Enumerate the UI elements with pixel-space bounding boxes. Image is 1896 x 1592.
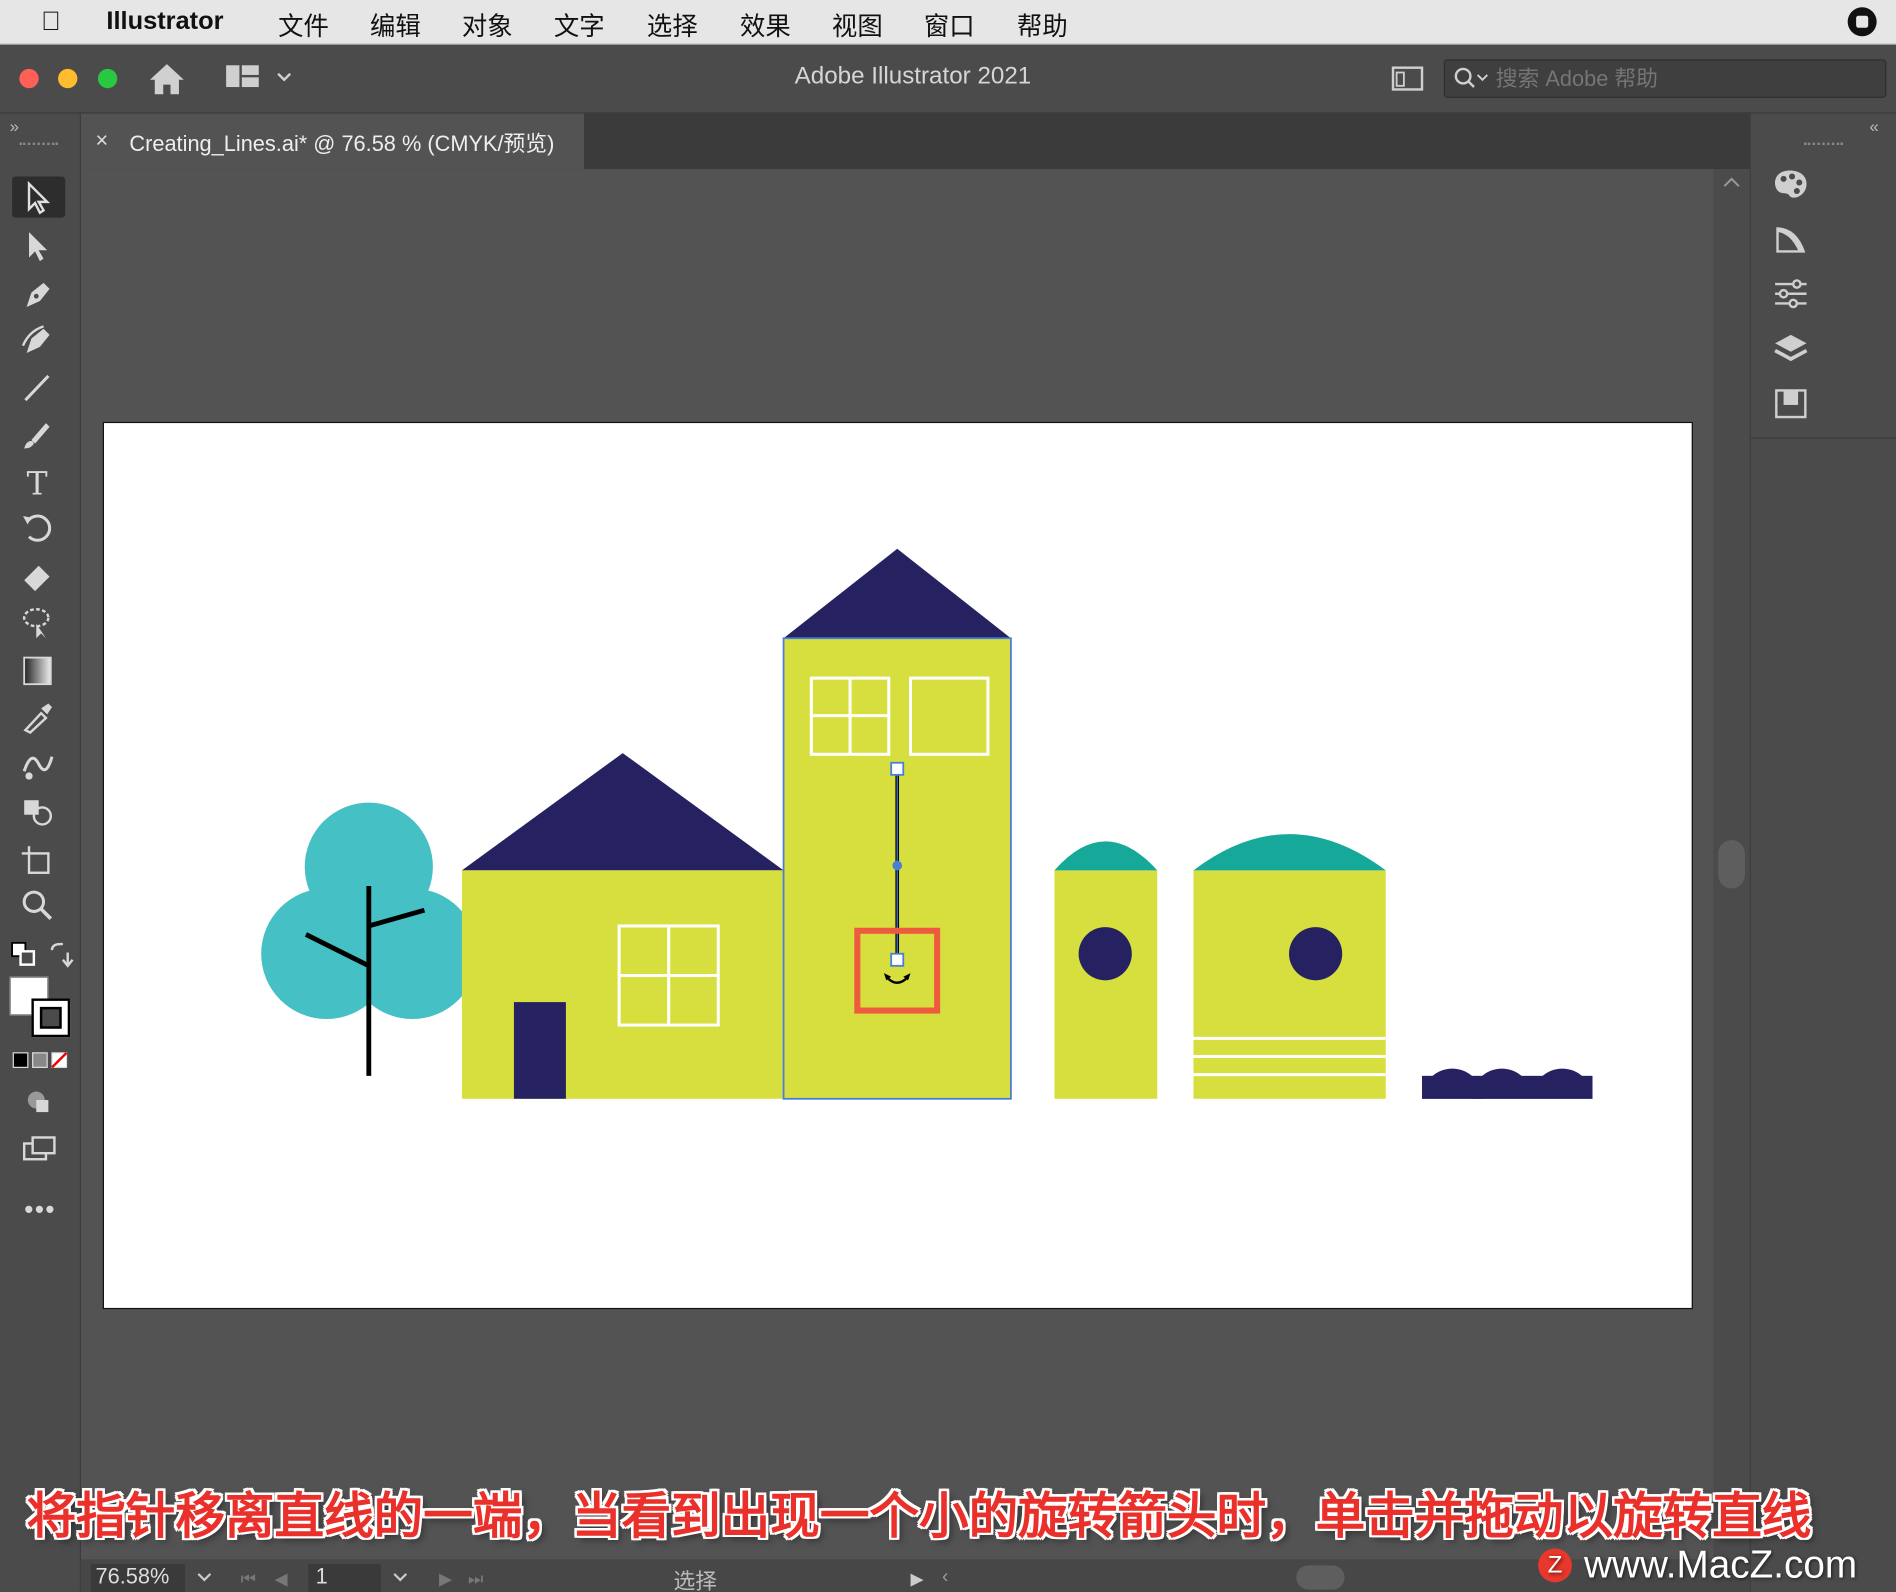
stroke-swatch[interactable] xyxy=(31,998,71,1038)
swap-fill-stroke-icon[interactable] xyxy=(46,940,75,969)
artboard-tool[interactable] xyxy=(12,839,65,880)
scroll-thumb[interactable] xyxy=(1718,840,1745,889)
collapse-toolbar-icon[interactable]: » xyxy=(10,116,19,135)
left-house-body xyxy=(461,870,784,1099)
search-icon xyxy=(1452,65,1491,98)
close-tab-icon[interactable]: × xyxy=(96,128,109,153)
vertical-scrollbar[interactable] xyxy=(1713,169,1750,1560)
next-artboard-icon[interactable]: ▶ xyxy=(439,1569,452,1590)
toolbar-grip[interactable] xyxy=(19,142,59,150)
menu-bar:  Illustrator 文件 编辑 对象 文字 选择 效果 视图 窗口 帮助 xyxy=(0,0,1896,45)
previous-artboard-icon[interactable]: ◀ xyxy=(274,1569,287,1590)
menu-file[interactable]: 文件 xyxy=(278,7,329,43)
scroll-left-icon[interactable]: ‹ xyxy=(942,1567,948,1589)
type-tool[interactable]: T xyxy=(12,462,65,503)
silo-wide[interactable] xyxy=(1193,834,1386,1099)
zoom-tool[interactable] xyxy=(12,885,65,926)
menu-type[interactable]: 文字 xyxy=(554,7,605,43)
artboards-panel-icon[interactable] xyxy=(1773,387,1809,427)
edit-toolbar-icon[interactable]: ••• xyxy=(24,1194,56,1225)
zoom-level-field[interactable]: 76.58% xyxy=(90,1564,186,1592)
eyedropper-tool[interactable] xyxy=(12,696,65,737)
screen-mode-icon[interactable] xyxy=(22,1134,58,1163)
silo-small-body xyxy=(1054,870,1158,1099)
color-mode-buttons[interactable] xyxy=(12,1052,68,1069)
svg-text:T: T xyxy=(27,466,48,500)
bushes[interactable] xyxy=(1422,1068,1593,1099)
help-search-input[interactable] xyxy=(1493,64,1861,94)
artboard-number-field[interactable]: 1 xyxy=(308,1564,381,1592)
pen-tool[interactable] xyxy=(12,273,65,314)
right-panel-dock: « xyxy=(1749,113,1896,1592)
silo-small-window xyxy=(1078,927,1132,981)
line-center-point xyxy=(892,860,903,871)
left-house-roof xyxy=(461,753,784,871)
silo-wide-cap xyxy=(1193,834,1386,871)
scroll-up-icon[interactable] xyxy=(1722,174,1741,196)
shape-builder-tool[interactable] xyxy=(12,791,65,832)
default-fill-stroke-icon[interactable] xyxy=(10,940,39,969)
title-bar: Adobe Illustrator 2021 xyxy=(0,44,1896,114)
blend-tool[interactable] xyxy=(12,742,65,783)
artboard-dropdown-icon[interactable] xyxy=(391,1569,410,1591)
menu-window[interactable]: 窗口 xyxy=(924,7,975,43)
artboard[interactable] xyxy=(103,423,1692,1308)
silo-small[interactable] xyxy=(1054,841,1158,1099)
curvature-tool[interactable] xyxy=(12,319,65,360)
lasso-tool[interactable] xyxy=(12,602,65,643)
menu-object[interactable]: 对象 xyxy=(462,7,513,43)
menu-edit[interactable]: 编辑 xyxy=(370,7,421,43)
rotate-tool[interactable] xyxy=(12,508,65,549)
line-anchor-top[interactable] xyxy=(890,761,905,776)
menu-select[interactable]: 选择 xyxy=(647,7,698,43)
gradient-tool[interactable] xyxy=(12,650,65,691)
collapse-dock-icon[interactable]: « xyxy=(1869,116,1878,135)
properties-panel-icon[interactable] xyxy=(1773,277,1809,317)
watermark-text: www.MacZ.com xyxy=(1584,1542,1858,1586)
menu-view[interactable]: 视图 xyxy=(832,7,883,43)
color-guide-icon[interactable] xyxy=(1773,222,1809,262)
help-search-box[interactable] xyxy=(1443,59,1887,98)
layers-panel-icon[interactable] xyxy=(1773,331,1809,373)
color-panel-icon[interactable] xyxy=(1770,167,1809,207)
tools-panel: » T ••• xyxy=(0,113,82,1592)
document-tab[interactable]: × Creating_Lines.ai* @ 76.58 % (CMYK/预览) xyxy=(81,113,585,170)
arrange-documents-icon[interactable] xyxy=(1391,64,1425,99)
watermark: Zwww.MacZ.com xyxy=(1538,1542,1857,1587)
paintbrush-tool[interactable] xyxy=(12,413,65,454)
draw-mode-icon[interactable] xyxy=(24,1088,53,1117)
tree[interactable] xyxy=(261,802,478,1076)
horizontal-scroll-thumb[interactable] xyxy=(1296,1565,1345,1590)
apple-icon[interactable]:  xyxy=(41,6,61,37)
menu-effect[interactable]: 效果 xyxy=(740,7,791,43)
dock-grip[interactable] xyxy=(1804,142,1843,150)
left-house[interactable] xyxy=(461,753,784,1099)
status-bar: 76.58% ⏮ ◀ 1 ▶ ⏭ 选择 ▶ ‹ xyxy=(81,1559,1750,1592)
document-tab-label: Creating_Lines.ai* @ 76.58 % (CMYK/预览) xyxy=(129,131,555,156)
status-menu-arrow-icon[interactable]: ▶ xyxy=(911,1569,924,1590)
menu-help[interactable]: 帮助 xyxy=(1017,7,1068,43)
line-segment-tool[interactable] xyxy=(12,367,65,408)
fill-stroke-swatches[interactable] xyxy=(9,976,71,1038)
last-artboard-icon[interactable]: ⏭ xyxy=(468,1569,483,1590)
first-artboard-icon[interactable]: ⏮ xyxy=(241,1569,256,1590)
left-house-door xyxy=(513,1002,566,1099)
app-window:  Illustrator 文件 编辑 对象 文字 选择 效果 视图 窗口 帮助… xyxy=(0,0,1896,1592)
menu-app-name[interactable]: Illustrator xyxy=(106,7,223,36)
silo-wide-window xyxy=(1289,927,1343,981)
current-tool-status[interactable]: 选择 xyxy=(674,1564,718,1592)
illustration[interactable] xyxy=(104,423,1692,1308)
selection-tool[interactable] xyxy=(12,176,66,218)
eraser-tool[interactable] xyxy=(12,556,65,597)
screen-record-icon[interactable] xyxy=(1847,7,1877,37)
direct-selection-tool[interactable] xyxy=(12,225,65,266)
watermark-logo-icon: Z xyxy=(1538,1548,1572,1583)
zoom-dropdown-icon[interactable] xyxy=(195,1569,214,1591)
tower-roof xyxy=(783,548,1011,639)
line-anchor-bottom[interactable] xyxy=(890,952,905,967)
silo-small-cap xyxy=(1054,841,1158,871)
tutorial-caption: 将指针移离直线的一端，当看到出现一个小的旋转箭头时，单击并拖动以旋转直线 xyxy=(26,1488,1812,1544)
silo-wide-body xyxy=(1193,870,1386,1099)
